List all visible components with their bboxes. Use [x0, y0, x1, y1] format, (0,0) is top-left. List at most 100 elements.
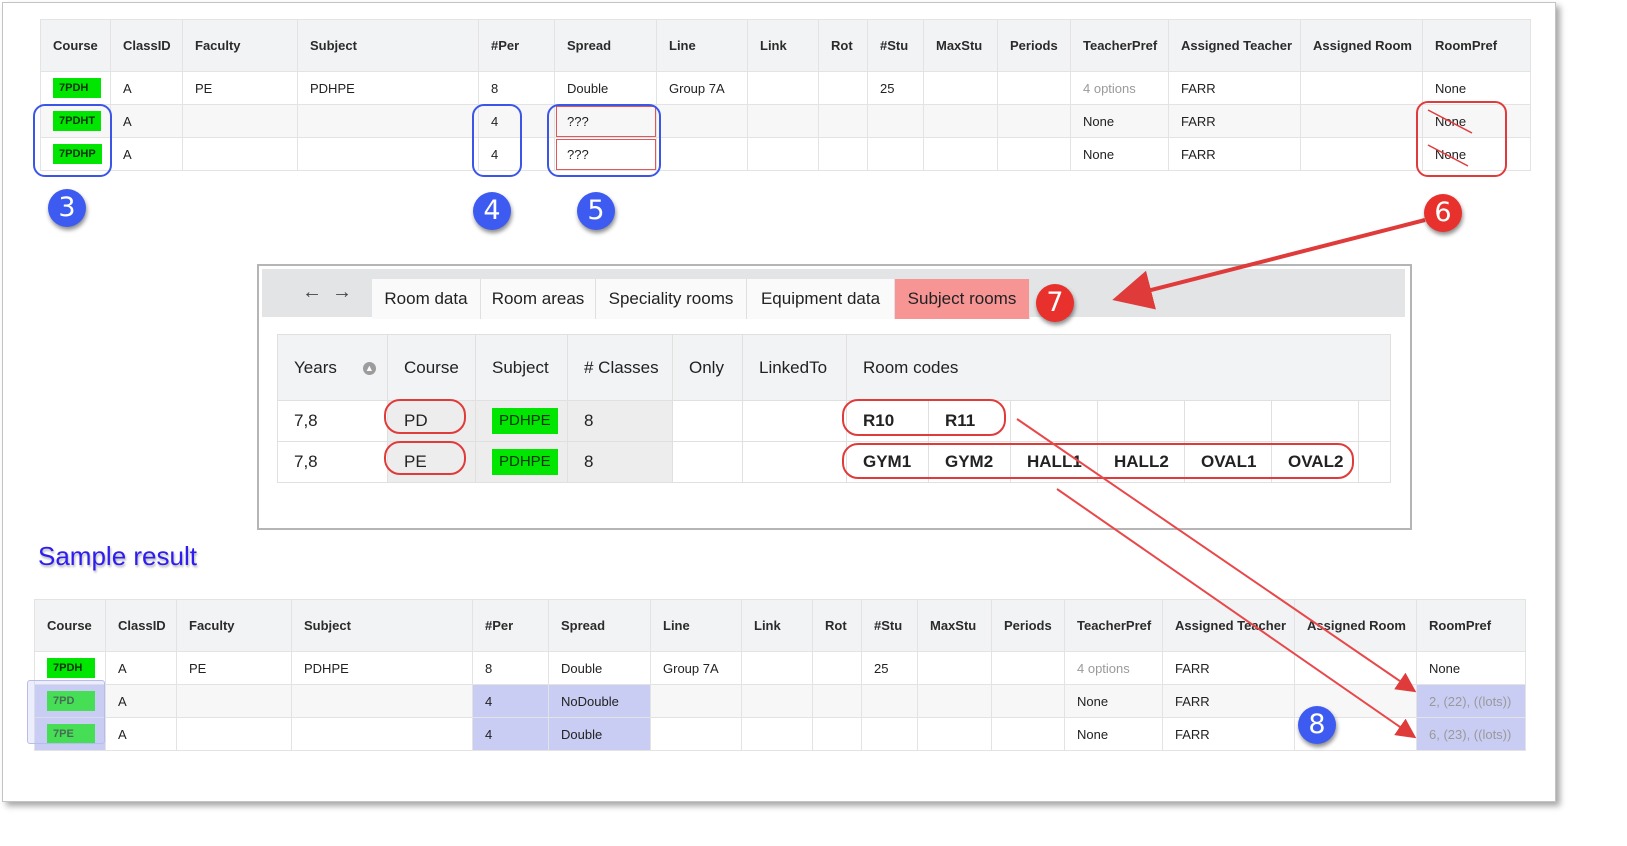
- col-assigned-teacher[interactable]: Assigned Teacher: [1168, 19, 1301, 72]
- table-cell[interactable]: A: [110, 71, 183, 105]
- table-cell[interactable]: FARR: [1162, 684, 1295, 718]
- table-cell[interactable]: [176, 717, 292, 751]
- table-cell[interactable]: [997, 104, 1071, 138]
- col-periods[interactable]: Periods: [997, 19, 1071, 72]
- table-cell[interactable]: [297, 104, 479, 138]
- col-roompref[interactable]: RoomPref: [1416, 599, 1526, 652]
- table-cell[interactable]: [997, 137, 1071, 171]
- table-cell[interactable]: 4 options: [1070, 71, 1169, 105]
- course-cell[interactable]: 7PDH: [40, 71, 111, 105]
- table-cell[interactable]: [291, 684, 473, 718]
- table-cell[interactable]: NoDouble: [548, 684, 651, 718]
- table-cell[interactable]: None: [1070, 137, 1169, 171]
- col-faculty[interactable]: Faculty: [182, 19, 298, 72]
- table-cell[interactable]: [917, 651, 992, 685]
- table-cell[interactable]: PDHPE: [291, 651, 473, 685]
- table-cell[interactable]: PE: [176, 651, 292, 685]
- table-cell[interactable]: 4: [472, 684, 549, 718]
- col-teacherpref[interactable]: TeacherPref: [1064, 599, 1163, 652]
- table-cell[interactable]: A: [105, 651, 177, 685]
- col-linkedto[interactable]: LinkedTo: [742, 334, 847, 401]
- col-maxstu[interactable]: MaxStu: [917, 599, 992, 652]
- table-cell[interactable]: [861, 717, 918, 751]
- col-line[interactable]: Line: [656, 19, 748, 72]
- table-cell[interactable]: [867, 104, 924, 138]
- tab-subject-rooms[interactable]: Subject rooms: [895, 279, 1030, 319]
- col-teacherpref[interactable]: TeacherPref: [1070, 19, 1169, 72]
- table-cell[interactable]: [923, 104, 998, 138]
- col-subject[interactable]: Subject: [297, 19, 479, 72]
- table-row[interactable]: 7PDH A PE PDHPE 8 Double Group 7A 25 4 o…: [40, 71, 1531, 105]
- col-rot[interactable]: Rot: [818, 19, 868, 72]
- table-cell[interactable]: FARR: [1168, 71, 1301, 105]
- col-link[interactable]: Link: [741, 599, 813, 652]
- tab-speciality-rooms[interactable]: Speciality rooms: [596, 279, 747, 319]
- col-assigned-room[interactable]: Assigned Room: [1300, 19, 1423, 72]
- table-cell[interactable]: 7,8: [277, 441, 388, 483]
- table-cell[interactable]: 7,8: [277, 400, 388, 442]
- col-spread[interactable]: Spread: [548, 599, 651, 652]
- table-cell[interactable]: Double: [554, 71, 657, 105]
- col-assigned-room[interactable]: Assigned Room: [1294, 599, 1417, 652]
- room-code-cell[interactable]: [1010, 400, 1098, 442]
- col-spread[interactable]: Spread: [554, 19, 657, 72]
- table-cell[interactable]: [291, 717, 473, 751]
- col-per[interactable]: #Per: [478, 19, 555, 72]
- table-cell[interactable]: [656, 137, 748, 171]
- table-cell[interactable]: [1300, 71, 1423, 105]
- table-cell[interactable]: [867, 137, 924, 171]
- table-cell[interactable]: [182, 137, 298, 171]
- table-cell[interactable]: [818, 137, 868, 171]
- table-cell[interactable]: [1358, 400, 1391, 442]
- table-cell[interactable]: A: [110, 104, 183, 138]
- table-row[interactable]: 7PDHP A 4 ??? None FARR None: [40, 137, 1531, 171]
- table-cell[interactable]: Group 7A: [656, 71, 748, 105]
- table-cell[interactable]: A: [105, 717, 177, 751]
- col-roompref[interactable]: RoomPref: [1422, 19, 1531, 72]
- table-cell[interactable]: [741, 717, 813, 751]
- table-cell[interactable]: 4 options: [1064, 651, 1163, 685]
- table-cell[interactable]: FARR: [1162, 717, 1295, 751]
- subject-cell[interactable]: PDHPE: [475, 441, 568, 483]
- table-cell[interactable]: [182, 104, 298, 138]
- subject-badge[interactable]: PDHPE: [492, 408, 558, 434]
- table-cell[interactable]: [991, 684, 1065, 718]
- table-cell[interactable]: [650, 717, 742, 751]
- table-cell[interactable]: [656, 104, 748, 138]
- room-code-cell[interactable]: [1184, 400, 1272, 442]
- tab-room-areas[interactable]: Room areas: [481, 279, 596, 319]
- tab-equipment-data[interactable]: Equipment data: [747, 279, 895, 319]
- table-cell[interactable]: FARR: [1168, 137, 1301, 171]
- table-cell[interactable]: PDHPE: [297, 71, 479, 105]
- room-code-cell[interactable]: [1271, 400, 1359, 442]
- course-badge[interactable]: 7PDH: [47, 658, 95, 678]
- table-cell[interactable]: [176, 684, 292, 718]
- table-cell[interactable]: [923, 137, 998, 171]
- col-link[interactable]: Link: [747, 19, 819, 72]
- table-cell[interactable]: 8: [478, 71, 555, 105]
- table-cell[interactable]: 2, (22), ((lots)): [1416, 684, 1526, 718]
- table-cell[interactable]: [672, 441, 743, 483]
- table-cell[interactable]: [1300, 104, 1423, 138]
- table-cell[interactable]: [1358, 441, 1391, 483]
- table-cell[interactable]: [297, 137, 479, 171]
- col-classes[interactable]: # Classes: [567, 334, 673, 401]
- col-maxstu[interactable]: MaxStu: [923, 19, 998, 72]
- table-cell[interactable]: [812, 651, 862, 685]
- table-cell[interactable]: [742, 441, 847, 483]
- table-cell[interactable]: Double: [548, 717, 651, 751]
- tab-room-data[interactable]: Room data: [372, 279, 481, 319]
- table-cell[interactable]: [747, 71, 819, 105]
- col-faculty[interactable]: Faculty: [176, 599, 292, 652]
- col-course[interactable]: Course: [34, 599, 106, 652]
- col-only[interactable]: Only: [672, 334, 743, 401]
- subject-cell[interactable]: PDHPE: [475, 400, 568, 442]
- table-cell[interactable]: [741, 651, 813, 685]
- col-periods[interactable]: Periods: [991, 599, 1065, 652]
- table-cell[interactable]: [1300, 137, 1423, 171]
- table-cell[interactable]: [861, 684, 918, 718]
- table-cell[interactable]: [917, 684, 992, 718]
- table-cell[interactable]: [747, 104, 819, 138]
- col-line[interactable]: Line: [650, 599, 742, 652]
- table-cell[interactable]: 8: [567, 441, 673, 483]
